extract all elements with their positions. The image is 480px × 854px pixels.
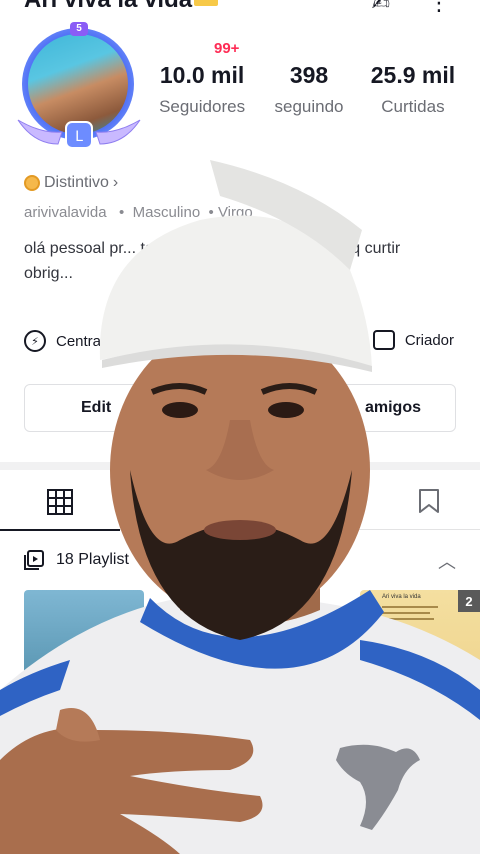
- chevron-right-icon: ›: [112, 174, 119, 191]
- badge-icon: [24, 175, 40, 191]
- stat-label: seguindo: [274, 97, 344, 116]
- playlist-count-label: 18 Playlist: [56, 551, 129, 568]
- svg-text:L: L: [75, 129, 83, 145]
- stat-value: 398: [289, 62, 329, 88]
- creator-center-label: Centra: [56, 332, 102, 350]
- stat-label: Seguidores: [159, 97, 246, 116]
- thumbnail-text-line: [382, 612, 430, 614]
- tab-videos[interactable]: [0, 474, 120, 531]
- stat-followers[interactable]: 10.0 mil Seguidores: [158, 62, 246, 117]
- thumbnail-text-line: [382, 618, 434, 620]
- profile-links: ⚡ Centra Criador: [24, 330, 456, 356]
- username: arivivalavida: [24, 204, 107, 221]
- stat-label: Curtidas: [381, 97, 445, 116]
- crown-icon: [194, 0, 219, 6]
- profile-action-buttons: Edit amigos: [24, 384, 456, 432]
- add-friends-button[interactable]: amigos: [256, 384, 456, 432]
- badge-link[interactable]: Distintivo ›: [24, 174, 118, 192]
- stat-following[interactable]: 398 seguindo: [254, 62, 364, 117]
- thumbnail-text-line: [382, 606, 438, 608]
- store-icon: [372, 330, 395, 350]
- content-tabs: [0, 474, 480, 531]
- profile-display-name: Ari viva la vida: [24, 0, 219, 14]
- chevron-up-icon[interactable]: ︿: [438, 548, 456, 574]
- notification-badge[interactable]: 99+: [214, 40, 239, 57]
- profile-bio: olá pessoal pr... tarei aq postando un..…: [24, 240, 401, 282]
- grid-icon: [47, 489, 73, 515]
- signature-icon[interactable]: ✍: [372, 0, 390, 16]
- section-divider: [0, 462, 480, 470]
- creator-center-link[interactable]: ⚡ Centra: [24, 330, 101, 352]
- creator-tools-label: Criador: [404, 331, 454, 349]
- zodiac-sign: Virgo: [217, 204, 253, 221]
- thumbnail-title: Ari viva la vida: [382, 594, 421, 600]
- edit-profile-button[interactable]: Edit: [24, 384, 246, 432]
- tab-saved[interactable]: [418, 488, 440, 519]
- active-tab-indicator: [0, 529, 120, 531]
- playlist-thumbnail[interactable]: [24, 590, 144, 710]
- avatar[interactable]: 5 L: [12, 22, 146, 162]
- playlist-icon: [24, 550, 44, 570]
- lightning-icon: ⚡: [24, 330, 46, 352]
- thumbnail-count-badge: 2: [458, 590, 480, 612]
- profile-stats: 10.0 mil Seguidores 398 seguindo 25.9 mi…: [158, 62, 458, 117]
- creator-tools-link[interactable]: Criador: [372, 330, 454, 350]
- badge-label: Distintivo: [44, 174, 109, 191]
- stat-value: 10.0 mil: [159, 62, 245, 88]
- profile-meta: arivivalavida • Masculino • Virgo: [24, 204, 253, 221]
- avatar-wings-icon: L: [17, 119, 141, 149]
- bookmark-icon: [419, 489, 439, 513]
- more-icon[interactable]: ⋮: [428, 0, 450, 16]
- top-icons: ✍ ⋮: [372, 0, 450, 16]
- stat-likes[interactable]: 25.9 mil Curtidas: [368, 62, 458, 117]
- stat-value: 25.9 mil: [370, 62, 456, 88]
- gender: Masculino: [132, 204, 201, 221]
- playlist-header[interactable]: 18 Playlist ︿: [24, 546, 456, 574]
- avatar-level-badge: 5: [70, 22, 88, 36]
